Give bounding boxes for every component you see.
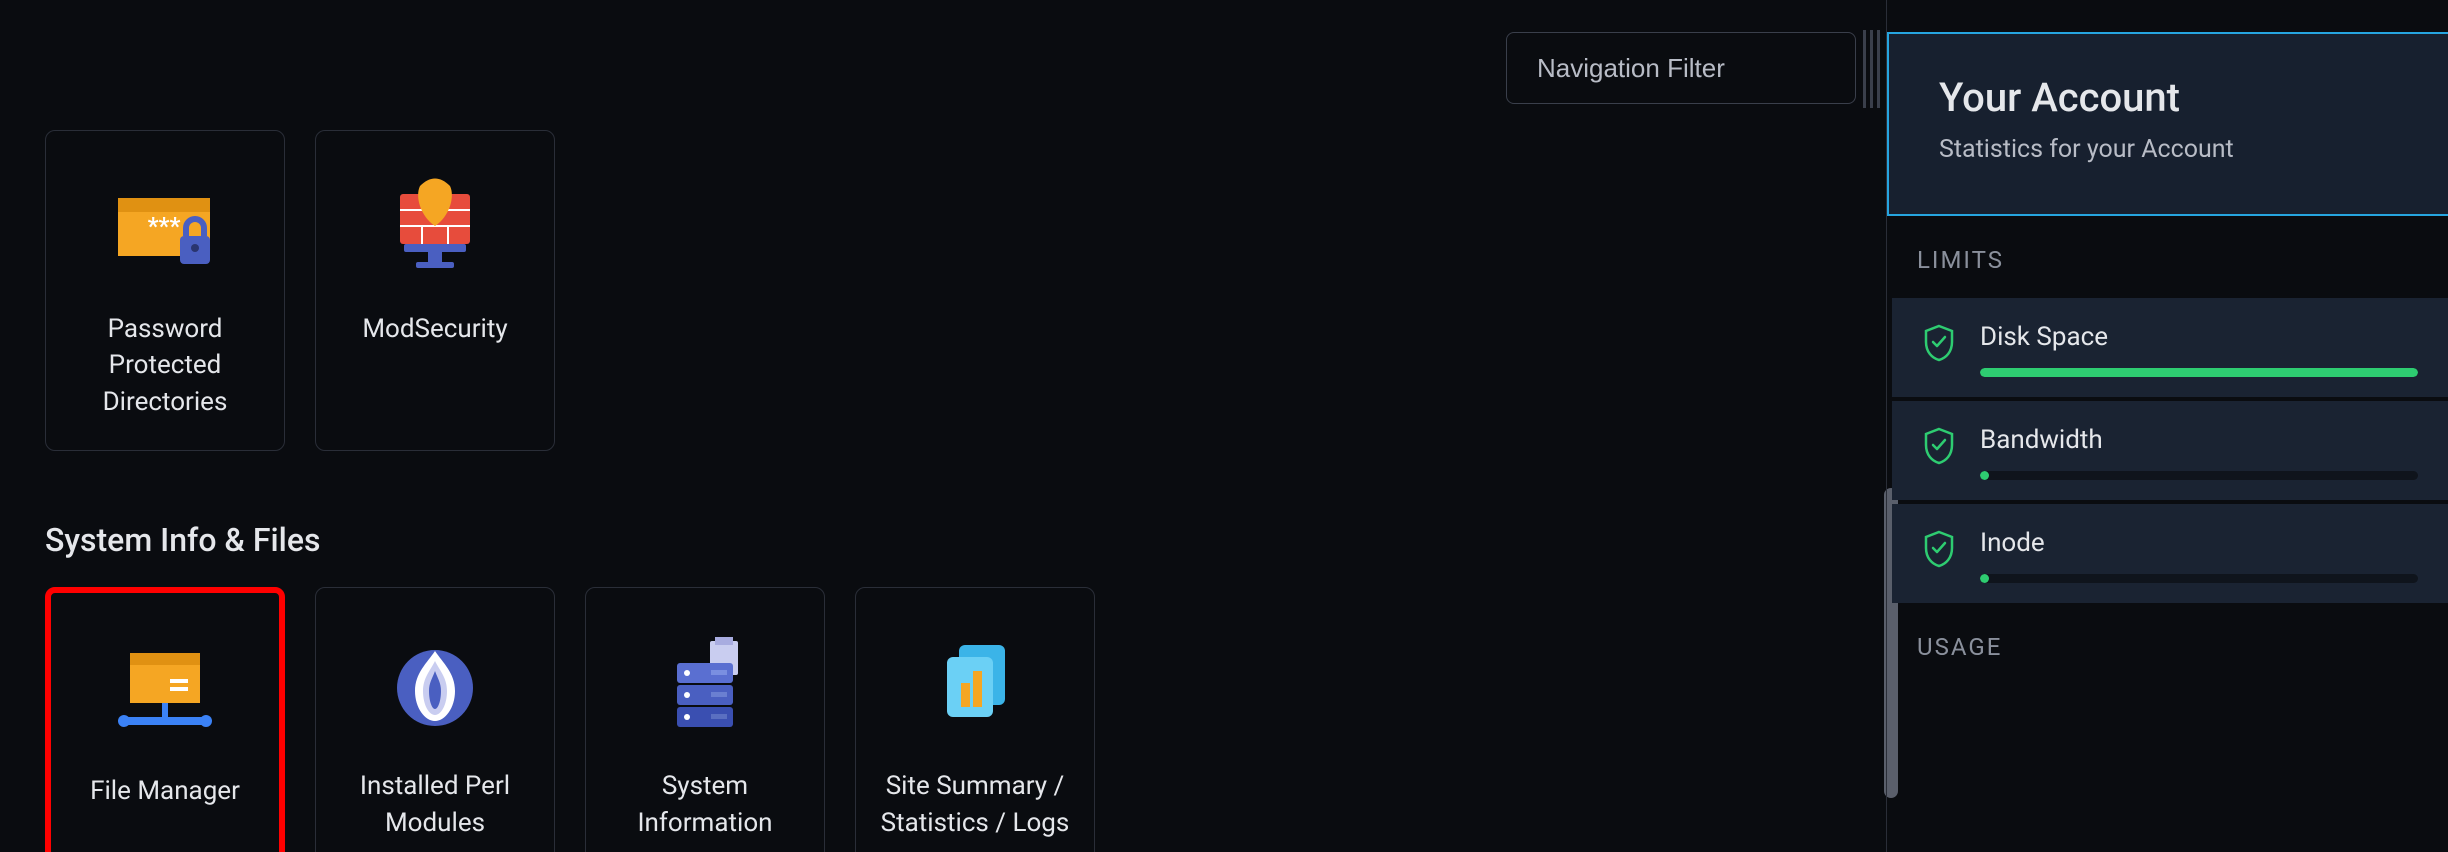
progress-bar [1980, 574, 2418, 583]
firewall-icon [380, 171, 490, 281]
limit-row-bandwidth[interactable]: Bandwidth [1892, 401, 2448, 500]
stats-icon [920, 628, 1030, 738]
limit-name: Disk Space [1980, 322, 2418, 352]
server-icon [650, 628, 760, 738]
file-manager-icon [110, 633, 220, 743]
account-subtitle: Statistics for your Account [1939, 135, 2398, 164]
tile-site-summary-statistics-logs[interactable]: Site Summary / Statistics / Logs [855, 587, 1095, 852]
tile-label: Installed Perl Modules [336, 768, 534, 841]
tile-label: System Information [606, 768, 804, 841]
tile-label: Site Summary / Statistics / Logs [876, 768, 1074, 841]
tile-installed-perl-modules[interactable]: Installed Perl Modules [315, 587, 555, 852]
limit-name: Bandwidth [1980, 425, 2418, 455]
tile-label: ModSecurity [362, 311, 507, 347]
shield-check-icon [1922, 427, 1956, 465]
limit-row-inode[interactable]: Inode [1892, 504, 2448, 603]
limit-row-disk-space[interactable]: Disk Space [1892, 298, 2448, 397]
tile-password-protected-directories[interactable]: *** Password Protected Directories [45, 130, 285, 451]
account-header: Your Account Statistics for your Account [1887, 32, 2448, 216]
tile-file-manager[interactable]: File Manager [45, 587, 285, 852]
limits-label: LIMITS [1887, 216, 2448, 294]
onion-icon [380, 628, 490, 738]
svg-text:***: *** [148, 212, 181, 240]
main-panel: *** Password Protected Directories [0, 0, 1886, 852]
account-title: Your Account [1939, 74, 2398, 121]
shield-check-icon [1922, 324, 1956, 362]
tile-label: File Manager [90, 773, 240, 809]
usage-label: USAGE [1887, 603, 2448, 681]
drag-handle-icon[interactable] [1863, 30, 1881, 108]
shield-check-icon [1922, 530, 1956, 568]
tile-modsecurity[interactable]: ModSecurity [315, 130, 555, 451]
tile-system-information[interactable]: System Information [585, 587, 825, 852]
navigation-filter-input[interactable] [1506, 32, 1856, 104]
tile-label: Password Protected Directories [66, 311, 264, 420]
progress-bar [1980, 368, 2418, 377]
account-sidebar: Your Account Statistics for your Account… [1886, 0, 2448, 852]
limit-name: Inode [1980, 528, 2418, 558]
lock-folder-icon: *** [110, 171, 220, 281]
progress-bar [1980, 471, 2418, 480]
section-title-system-info: System Info & Files [45, 521, 1841, 559]
